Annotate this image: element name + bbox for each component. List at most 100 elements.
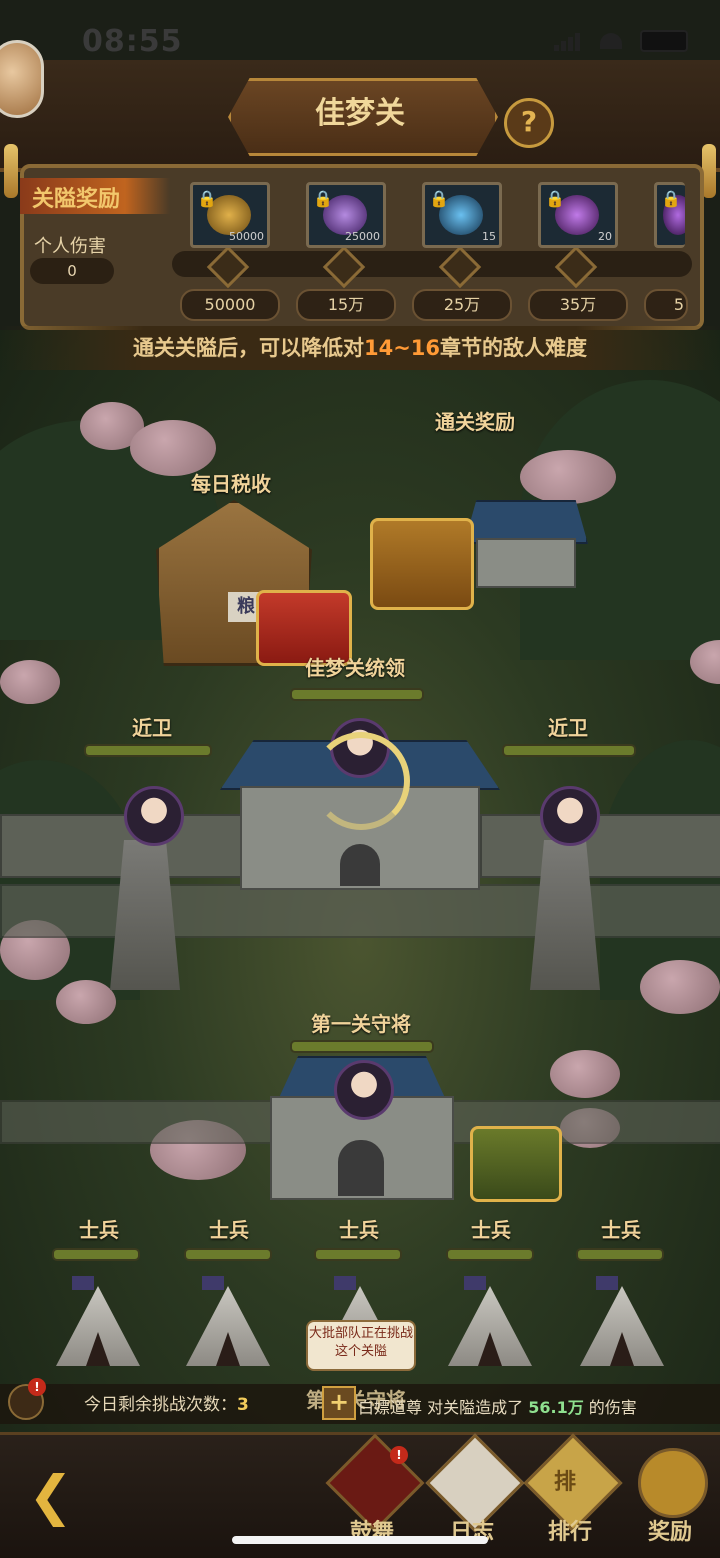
reward-item-3[interactable]: 🔒 15 [422, 182, 502, 248]
news-player: 白嫖道尊 [358, 1398, 423, 1417]
threshold-5: 5 [644, 289, 688, 321]
soldier-label: 士兵 [601, 1218, 641, 1242]
nav-ranking[interactable]: 排 排行 [523, 1433, 623, 1550]
damage-label: 个人伤害 [34, 236, 106, 257]
guard-left-label: 近卫 [132, 716, 172, 740]
threshold-1: 50000 [180, 289, 280, 321]
status-icons [554, 30, 688, 52]
blossom-tree [550, 1050, 620, 1098]
ranking-glyph: 排 [554, 1470, 577, 1495]
reward-item-1[interactable]: 🔒 50000 [190, 182, 270, 248]
reward-qty: 50000 [229, 230, 264, 243]
back-arrow-icon[interactable]: ❮ [28, 1464, 73, 1527]
guard-right-label: 近卫 [548, 716, 588, 740]
scroll-post [702, 144, 716, 198]
help-button[interactable]: ? [504, 98, 554, 148]
game-screen: 通关奖励 每日税收 粮 佳梦关统领 近卫 近卫 第一关守将 士兵 士兵 士兵 士… [0, 0, 720, 1558]
threshold-2: 15万 [296, 289, 396, 321]
reward-progress-track [172, 251, 692, 277]
soldier-hp-bar [446, 1248, 534, 1261]
nav-log[interactable]: 日志 [425, 1433, 525, 1550]
reward-building [476, 538, 576, 588]
lock-icon: 🔒 [197, 189, 217, 208]
soldier-hp-bar [576, 1248, 664, 1261]
soldier-label: 士兵 [209, 1218, 249, 1242]
blossom-tree [640, 960, 720, 1014]
tip-chapters: 14~16 [363, 336, 441, 360]
reward-item-2[interactable]: 🔒 25000 [306, 182, 386, 248]
challenge-label: 今日剩余挑战次数： [84, 1395, 237, 1415]
challenge-count: 今日剩余挑战次数：3 [84, 1390, 249, 1415]
news-amount: 56.1万 [528, 1398, 584, 1417]
signal-icon [554, 32, 582, 51]
reward-qty: 15 [482, 230, 496, 243]
first-gate-label: 第一关守将 [311, 1012, 411, 1036]
reward-item-4[interactable]: 🔒 20 [538, 182, 618, 248]
castle-gate [340, 844, 380, 886]
damage-news: 白嫖道尊 对关隘造成了 56.1万 的伤害 [358, 1394, 637, 1418]
first-gate-hp-bar [290, 1040, 434, 1053]
guard-right-portrait[interactable] [540, 786, 600, 846]
challenge-number: 3 [237, 1395, 249, 1415]
guard-left-hp-bar [84, 744, 212, 757]
daily-tax-label: 每日税收 [191, 472, 271, 496]
damage-value: 0 [30, 258, 114, 284]
nav-label: 排行 [547, 1520, 592, 1545]
lock-icon: 🔒 [545, 189, 565, 208]
soldier-hp-bar [184, 1248, 272, 1261]
blossom-tree [0, 660, 60, 704]
clear-reward-label: 通关奖励 [435, 410, 515, 434]
tent-flag [202, 1276, 224, 1290]
threshold-4: 35万 [528, 289, 628, 321]
soldier-label: 士兵 [471, 1218, 511, 1242]
tent-flag [72, 1276, 94, 1290]
lock-icon: 🔒 [313, 189, 333, 208]
reward-qty: 25000 [345, 230, 380, 243]
page-title: 佳梦关 [315, 96, 405, 131]
tip-prefix: 通关关隘后，可以降低对 [132, 336, 364, 360]
city-wall [0, 884, 720, 938]
home-indicator[interactable] [232, 1536, 488, 1544]
city-wall [480, 814, 720, 878]
nav-inspire[interactable]: 鼓舞 ! [325, 1433, 425, 1550]
alert-badge: ! [28, 1378, 46, 1396]
status-time: 08:55 [82, 24, 183, 59]
commander-hp-bar [290, 688, 424, 701]
battery-icon [640, 30, 688, 52]
nav-label: 奖励 [647, 1520, 692, 1545]
reward-item-5[interactable]: 🔒 [654, 182, 685, 248]
first-gate-portrait[interactable] [334, 1060, 394, 1120]
lock-icon: 🔒 [429, 189, 449, 208]
tip-suffix: 章节的敌人难度 [440, 336, 588, 360]
player-avatar[interactable] [0, 40, 44, 118]
battle-bubble: 大批部队正在挑战这个关隘 [306, 1320, 416, 1371]
green-chest[interactable] [470, 1126, 562, 1202]
difficulty-tip: 通关关隘后，可以降低对14~16章节的敌人难度 [0, 326, 720, 370]
scroll-post [4, 144, 18, 198]
soldier-hp-bar [314, 1248, 402, 1261]
guard-left-portrait[interactable] [124, 786, 184, 846]
lock-icon: 🔒 [661, 189, 681, 208]
tent-flag [334, 1276, 356, 1290]
commander-label: 佳梦关统领 [305, 656, 405, 680]
nav-badge: ! [390, 1446, 408, 1464]
reward-qty: 20 [598, 230, 612, 243]
add-icon[interactable]: + [322, 1386, 356, 1420]
threshold-3: 25万 [412, 289, 512, 321]
first-gate-door [338, 1140, 384, 1196]
wifi-icon [600, 33, 622, 49]
blossom-tree [56, 980, 116, 1024]
reward-title: 关隘奖励 [32, 187, 121, 212]
soldier-label: 士兵 [339, 1218, 379, 1242]
clear-reward-chest[interactable] [370, 518, 474, 610]
news-mid: 对关隘造成了 [427, 1398, 524, 1417]
soldier-label: 士兵 [79, 1218, 119, 1242]
news-suffix: 的伤害 [588, 1398, 637, 1417]
tent-flag [464, 1276, 486, 1290]
loading-spinner [312, 732, 410, 830]
soldier-hp-bar [52, 1248, 140, 1261]
tent-flag [596, 1276, 618, 1290]
blossom-tree [520, 450, 616, 504]
nav-reward[interactable]: 奖励 [623, 1433, 720, 1550]
guard-right-hp-bar [502, 744, 636, 757]
